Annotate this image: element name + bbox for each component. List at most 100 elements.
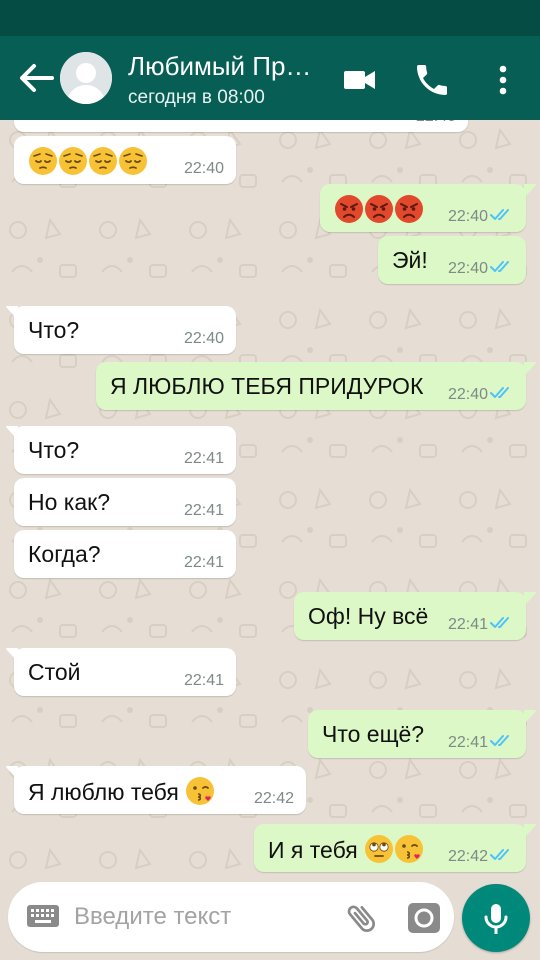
incoming-message[interactable]: Что? 22:40 (6, 306, 236, 354)
paperclip-icon[interactable] (344, 900, 380, 936)
message-meta: 22:41 (448, 733, 514, 752)
angry-emoji-icon (395, 195, 423, 223)
message-text-content: Что ещё? (322, 721, 425, 747)
camera-icon[interactable] (406, 900, 442, 936)
keyboard-icon[interactable] (26, 902, 60, 930)
read-receipt-icon (490, 261, 509, 272)
angry-emoji-icon (365, 195, 393, 223)
bubble-tail (6, 766, 18, 780)
message-text-content: Я ЛЮБЛЮ ТЕБЯ ПРИДУРОК (110, 373, 424, 399)
message-meta: 22:40 (416, 120, 456, 126)
kiss-emoji-icon (186, 777, 215, 805)
eye-roll-emoji-icon (365, 835, 394, 863)
message-list[interactable]: 22:4022:4022:40Эй!22:40Что?22:40Я ЛЮБЛЮ … (0, 120, 540, 880)
phone-icon (417, 65, 447, 95)
message-text-content: Я люблю тебя (28, 779, 179, 805)
read-receipt-icon (490, 735, 509, 746)
incoming-message[interactable]: 22:40 (14, 136, 236, 184)
mic-icon (484, 904, 508, 934)
message-time: 22:40 (447, 386, 488, 403)
message-meta: 22:40 (448, 259, 514, 278)
video-call-icon (344, 71, 375, 89)
message-text (28, 146, 148, 176)
message-time: 22:40 (183, 160, 224, 177)
bubble-tail (6, 648, 18, 662)
incoming-message[interactable]: 22:40 (14, 120, 468, 132)
outgoing-message[interactable]: Что ещё? 22:41 (308, 710, 536, 758)
message-composer (8, 882, 454, 952)
message-time: 22:40 (447, 260, 488, 277)
message-text-content: Когда? (28, 541, 101, 567)
message-text: Что? (28, 316, 79, 344)
incoming-message[interactable]: Когда? 22:41 (14, 530, 236, 578)
chat-header: Любимый Пр… сегодня в 08:00 (0, 36, 540, 120)
incoming-message[interactable]: Что? 22:41 (6, 426, 236, 474)
back-arrow-icon (20, 64, 54, 92)
message-time: 22:41 (183, 450, 224, 467)
read-receipt-icon (490, 849, 509, 860)
outgoing-message[interactable]: Эй! 22:40 (378, 236, 526, 284)
more-options-button[interactable] (488, 60, 518, 100)
incoming-message[interactable]: Я люблю тебя 22:42 (6, 766, 306, 814)
message-text: Оф! Ну всё (308, 602, 428, 630)
bubble-tail (524, 184, 536, 198)
message-time: 22:40 (183, 330, 224, 347)
incoming-message[interactable]: Стой 22:41 (6, 648, 236, 696)
outgoing-message[interactable]: 22:40 (320, 184, 536, 232)
message-meta: 22:42 (448, 847, 514, 866)
read-receipt-icon (490, 617, 509, 628)
bubble-tail (524, 592, 536, 606)
bubble-tail (6, 306, 18, 320)
message-time: 22:42 (447, 848, 488, 865)
voice-record-button[interactable] (462, 884, 530, 952)
message-text: Я люблю тебя (28, 776, 215, 806)
message-time: 22:41 (183, 502, 224, 519)
message-text: Но как? (28, 488, 110, 516)
message-meta: 22:41 (184, 502, 224, 520)
message-text: Стой (28, 658, 81, 686)
pensive-emoji-icon (119, 147, 147, 175)
message-text: Я ЛЮБЛЮ ТЕБЯ ПРИДУРОК (110, 372, 423, 400)
back-button[interactable] (18, 62, 58, 94)
bubble-tail (524, 710, 536, 724)
outgoing-message[interactable]: Оф! Ну всё 22:41 (294, 592, 536, 640)
message-text: Когда? (28, 540, 101, 568)
message-time: 22:40 (447, 208, 488, 225)
angry-emoji-icon (335, 195, 363, 223)
message-time: 22:40 (416, 120, 456, 125)
avatar[interactable] (60, 52, 112, 104)
outgoing-message[interactable]: И я тебя 22:42 (254, 824, 536, 872)
message-meta: 22:40 (448, 385, 514, 404)
pensive-emoji-icon (59, 147, 87, 175)
message-text-content: Что? (28, 437, 80, 463)
message-text: Что ещё? (322, 720, 424, 748)
message-text-content: И я тебя (268, 837, 358, 863)
message-text: И я тебя (268, 834, 424, 864)
incoming-message[interactable]: Но как? 22:41 (14, 478, 236, 526)
video-call-button[interactable] (342, 60, 382, 100)
voice-call-button[interactable] (412, 60, 452, 100)
message-text-content: Оф! Ну всё (308, 603, 429, 629)
outgoing-message[interactable]: Я ЛЮБЛЮ ТЕБЯ ПРИДУРОК 22:40 (96, 362, 536, 410)
message-input[interactable] (74, 900, 324, 934)
pensive-emoji-icon (29, 147, 57, 175)
read-receipt-icon (490, 387, 509, 398)
message-meta: 22:41 (184, 450, 224, 468)
kiss-emoji-icon (395, 835, 424, 863)
bubble-tail (524, 362, 536, 376)
message-text: Что? (28, 436, 79, 464)
message-meta: 22:41 (184, 554, 224, 572)
message-time: 22:41 (447, 616, 488, 633)
contact-name[interactable]: Любимый Пр… (128, 50, 324, 82)
message-meta: 22:40 (184, 330, 224, 348)
message-text (334, 194, 424, 224)
message-text-content: Но как? (28, 489, 111, 515)
message-text-content: Стой (28, 659, 81, 685)
message-time: 22:41 (183, 554, 224, 571)
message-text-content: Что? (28, 317, 80, 343)
message-meta: 22:40 (184, 160, 224, 178)
bubble-tail (524, 824, 536, 838)
read-receipt-icon (490, 209, 509, 220)
contact-last-seen: сегодня в 08:00 (128, 87, 265, 108)
message-meta: 22:41 (448, 615, 514, 634)
